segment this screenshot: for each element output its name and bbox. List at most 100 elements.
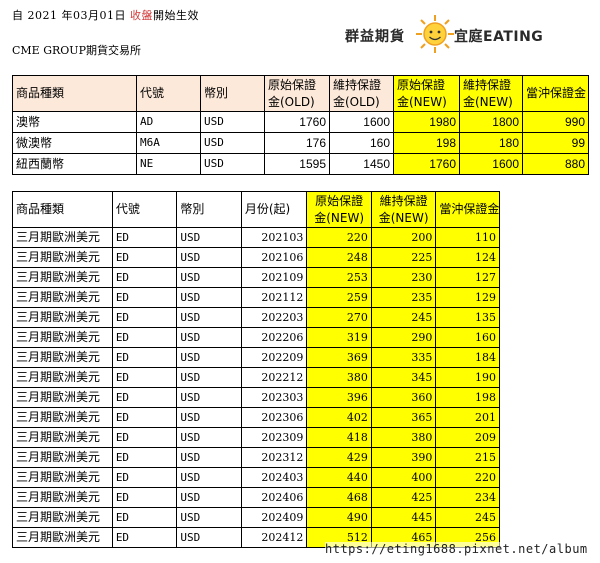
watermark-url: https://eting1688.pixnet.net/album <box>325 542 588 556</box>
table-cell: 202306 <box>240 407 308 428</box>
table-cell: 202109 <box>240 267 308 288</box>
table-cell: 三月期歐洲美元 <box>12 447 113 468</box>
table-cell: 202203 <box>240 307 308 328</box>
table-cell: 184 <box>435 347 500 368</box>
table-cell: 380 <box>370 427 437 448</box>
table-cell: 三月期歐洲美元 <box>12 267 113 288</box>
table-cell: 201 <box>435 407 500 428</box>
column-header: 維持保證 金(NEW) <box>459 75 523 112</box>
table-cell: 200 <box>370 227 437 248</box>
table-cell: 418 <box>306 427 372 448</box>
table-cell: 三月期歐洲美元 <box>12 467 113 488</box>
table-cell: AD <box>136 111 201 133</box>
table-cell: 490 <box>306 507 372 528</box>
column-header: 當沖保證金 <box>522 75 589 112</box>
table-cell: USD <box>176 427 242 448</box>
column-header: 幣別 <box>176 191 242 228</box>
table-row: 三月期歐洲美元 ED USD 202306 402 365 201 <box>12 407 500 428</box>
table-cell: ED <box>111 327 178 348</box>
table-row: 三月期歐洲美元 ED USD 202409 490 445 245 <box>12 507 500 528</box>
table-cell: USD <box>176 387 242 408</box>
table-cell: USD <box>176 347 242 368</box>
table-cell: 202409 <box>240 507 308 528</box>
table-cell: 1450 <box>329 153 394 175</box>
table-cell: 215 <box>435 447 500 468</box>
table-cell: ED <box>111 467 178 488</box>
table-row: 三月期歐洲美元 ED USD 202303 396 360 198 <box>12 387 500 408</box>
table-cell: ED <box>111 427 178 448</box>
table-row: 紐西蘭幣 NE USD 1595 1450 1760 1600 880 <box>12 153 589 175</box>
table-cell: 360 <box>370 387 437 408</box>
table-cell: USD <box>200 153 265 175</box>
table-cell: USD <box>176 327 242 348</box>
table-cell: 365 <box>370 407 437 428</box>
table-cell: 三月期歐洲美元 <box>12 247 113 268</box>
table-row: 三月期歐洲美元 ED USD 202312 429 390 215 <box>12 447 500 468</box>
table-cell: 369 <box>306 347 372 368</box>
table-cell: 202209 <box>240 347 308 368</box>
table-cell: 198 <box>435 387 500 408</box>
table-cell: 202106 <box>240 247 308 268</box>
table-cell: ED <box>111 367 178 388</box>
table-cell: 380 <box>306 367 372 388</box>
table-cell: ED <box>111 387 178 408</box>
logo-text-2: 宜庭EATING <box>454 29 544 45</box>
table-cell: 三月期歐洲美元 <box>12 527 113 548</box>
table-cell: USD <box>176 247 242 268</box>
table-row: 三月期歐洲美元 ED USD 202212 380 345 190 <box>12 367 500 388</box>
effective-date-notice: 自 2021 年03月01日 收盤開始生效 <box>12 7 199 23</box>
table-cell: 紐西蘭幣 <box>12 153 137 175</box>
table-row: 三月期歐洲美元 ED USD 202406 468 425 234 <box>12 487 500 508</box>
table-cell: 三月期歐洲美元 <box>12 327 113 348</box>
notice-highlight: 收盤 <box>129 9 153 22</box>
column-header: 商品種類 <box>12 191 113 228</box>
table-cell: 259 <box>306 287 372 308</box>
table-cell: NE <box>136 153 201 175</box>
table-cell: 1760 <box>393 153 460 175</box>
table-cell: USD <box>176 267 242 288</box>
table-cell: M6A <box>136 132 201 154</box>
column-header: 維持保證 金(OLD) <box>329 75 394 112</box>
table-cell: 345 <box>370 367 437 388</box>
table-cell: 234 <box>435 487 500 508</box>
notice-prefix: 自 2021 年03月01日 <box>12 9 126 22</box>
table-cell: 429 <box>306 447 372 468</box>
table-cell: USD <box>176 487 242 508</box>
table-cell: 澳幣 <box>12 111 137 133</box>
table-cell: USD <box>200 132 265 154</box>
table-cell: 202303 <box>240 387 308 408</box>
table-row: 三月期歐洲美元 ED USD 202112 259 235 129 <box>12 287 500 308</box>
logo-text-1: 群益期貨 <box>345 29 405 45</box>
table-cell: 99 <box>522 132 589 154</box>
table-cell: ED <box>111 347 178 368</box>
table-cell: 990 <box>522 111 589 133</box>
table-row: 三月期歐洲美元 ED USD 202206 319 290 160 <box>12 327 500 348</box>
brand-logo: 群益期貨 宜庭EATING <box>345 12 545 56</box>
notice-suffix: 開始生效 <box>152 9 199 22</box>
table-cell: 225 <box>370 247 437 268</box>
table-cell: 425 <box>370 487 437 508</box>
table-cell: ED <box>111 267 178 288</box>
table-cell: ED <box>111 527 178 548</box>
table-cell: 三月期歐洲美元 <box>12 387 113 408</box>
table-cell: 1800 <box>459 111 523 133</box>
table-cell: ED <box>111 287 178 308</box>
table-cell: ED <box>111 227 178 248</box>
table-cell: 微澳幣 <box>12 132 137 154</box>
table-cell: 1600 <box>459 153 523 175</box>
table-cell: 202112 <box>240 287 308 308</box>
table-cell: USD <box>176 227 242 248</box>
column-header: 幣別 <box>200 75 265 112</box>
table-cell: 180 <box>459 132 523 154</box>
table-cell: 230 <box>370 267 437 288</box>
table-cell: 135 <box>435 307 500 328</box>
table-cell: 202312 <box>240 447 308 468</box>
table-cell: 209 <box>435 427 500 448</box>
table-row: 三月期歐洲美元 ED USD 202203 270 245 135 <box>12 307 500 328</box>
table-cell: 202406 <box>240 487 308 508</box>
column-header: 當沖保證金 <box>435 191 500 228</box>
table-cell: 335 <box>370 347 437 368</box>
table-row: 澳幣 AD USD 1760 1600 1980 1800 990 <box>12 111 589 133</box>
table-cell: USD <box>200 111 265 133</box>
table-cell: 445 <box>370 507 437 528</box>
